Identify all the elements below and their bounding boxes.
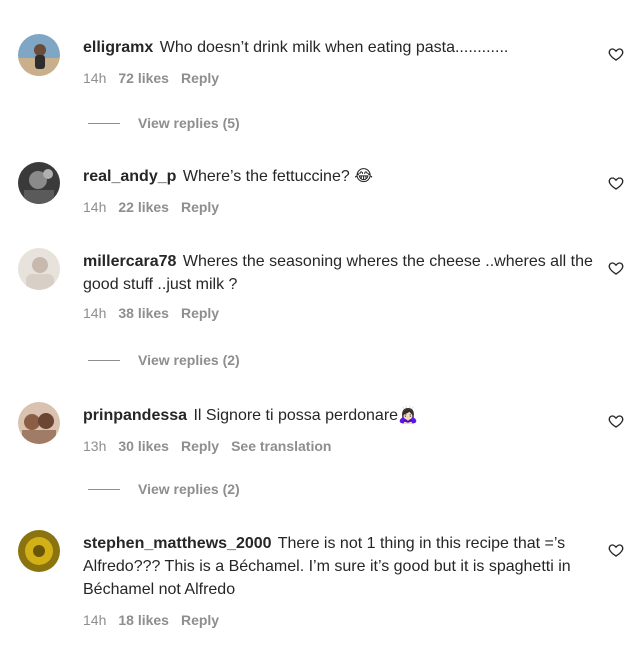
likes-count[interactable]: 22 likes xyxy=(118,198,169,216)
avatar[interactable] xyxy=(18,530,60,572)
comment-text: millercara78 Wheres the seasoning wheres… xyxy=(83,250,593,296)
like-button[interactable] xyxy=(606,411,626,431)
heart-outline-icon xyxy=(608,544,624,557)
view-replies-label: View replies (2) xyxy=(138,352,240,368)
like-button[interactable] xyxy=(606,540,626,560)
view-replies-button[interactable]: View replies (5) xyxy=(88,115,240,131)
comment-text: prinpandessa Il Signore ti possa perdona… xyxy=(83,404,593,427)
timestamp[interactable]: 13h xyxy=(83,437,106,455)
heart-outline-icon xyxy=(608,48,624,61)
view-replies-button[interactable]: View replies (2) xyxy=(88,352,240,368)
timestamp[interactable]: 14h xyxy=(83,304,106,322)
timestamp[interactable]: 14h xyxy=(83,611,106,629)
avatar[interactable] xyxy=(18,162,60,204)
username[interactable]: millercara78 xyxy=(83,253,176,270)
comment-meta: 14h 72 likes Reply xyxy=(83,69,593,87)
reply-button[interactable]: Reply xyxy=(181,304,219,322)
timestamp[interactable]: 14h xyxy=(83,69,106,87)
avatar[interactable] xyxy=(18,402,60,444)
see-translation-button[interactable]: See translation xyxy=(231,437,331,455)
view-replies-label: View replies (5) xyxy=(138,115,240,131)
view-replies-label: View replies (2) xyxy=(138,481,240,497)
divider-line xyxy=(88,359,120,361)
like-button[interactable] xyxy=(606,44,626,64)
avatar[interactable] xyxy=(18,248,60,290)
username[interactable]: stephen_matthews_2000 xyxy=(83,535,272,552)
likes-count[interactable]: 18 likes xyxy=(118,611,169,629)
comment-meta: 14h 18 likes Reply xyxy=(83,611,593,629)
timestamp[interactable]: 14h xyxy=(83,198,106,216)
like-button[interactable] xyxy=(606,258,626,278)
divider-line xyxy=(88,122,120,124)
reply-button[interactable]: Reply xyxy=(181,437,219,455)
username[interactable]: elligramx xyxy=(83,39,153,56)
heart-outline-icon xyxy=(608,262,624,275)
reply-button[interactable]: Reply xyxy=(181,611,219,629)
comment-meta: 13h 30 likes Reply See translation xyxy=(83,437,593,455)
avatar[interactable] xyxy=(18,34,60,76)
likes-count[interactable]: 72 likes xyxy=(118,69,169,87)
comment-meta: 14h 22 likes Reply xyxy=(83,198,593,216)
username[interactable]: prinpandessa xyxy=(83,407,187,424)
comment-text: elligramx Who doesn’t drink milk when ea… xyxy=(83,36,593,59)
likes-count[interactable]: 30 likes xyxy=(118,437,169,455)
reply-button[interactable]: Reply xyxy=(181,198,219,216)
reply-button[interactable]: Reply xyxy=(181,69,219,87)
comment-meta: 14h 38 likes Reply xyxy=(83,304,593,322)
like-button[interactable] xyxy=(606,173,626,193)
username[interactable]: real_andy_p xyxy=(83,168,176,185)
heart-outline-icon xyxy=(608,177,624,190)
comment-body: Where’s the fettuccine? 😂 xyxy=(182,168,373,185)
view-replies-button[interactable]: View replies (2) xyxy=(88,481,240,497)
divider-line xyxy=(88,488,120,490)
comment-text: real_andy_p Where’s the fettuccine? 😂 xyxy=(83,165,593,188)
likes-count[interactable]: 38 likes xyxy=(118,304,169,322)
comment-body: Who doesn’t drink milk when eating pasta… xyxy=(159,39,509,56)
comment-body: Il Signore ti possa perdonare🙇🏻‍♀️ xyxy=(193,407,418,424)
heart-outline-icon xyxy=(608,415,624,428)
comment-text: stephen_matthews_2000 There is not 1 thi… xyxy=(83,532,593,601)
